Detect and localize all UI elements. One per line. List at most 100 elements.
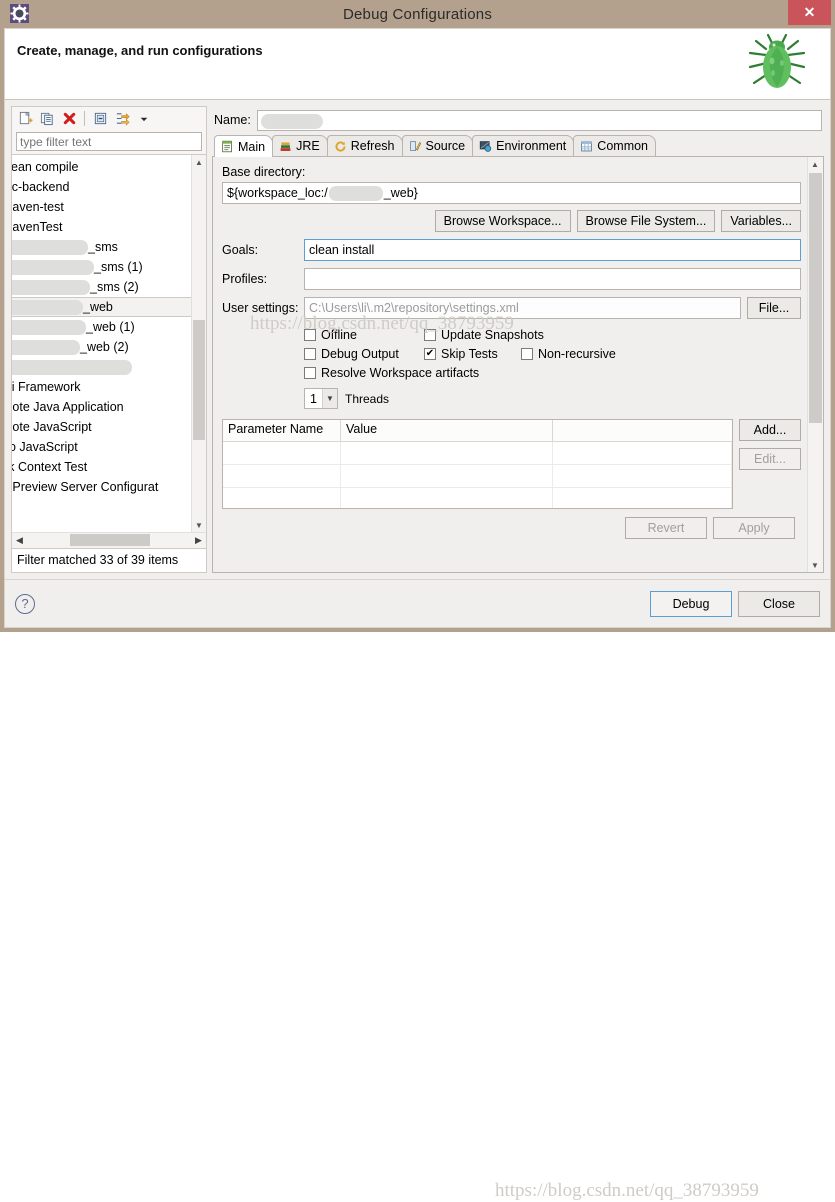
collapse-all-icon[interactable] [90,109,110,129]
checkbox-non-recursive-label: Non-recursive [538,347,616,361]
help-icon[interactable]: ? [15,593,35,614]
filter-input[interactable] [16,132,202,151]
checkbox-debug-output[interactable]: Debug Output [304,347,424,361]
goals-input[interactable]: clean install [304,239,801,261]
tree-item-label: _sms (1) [94,260,143,274]
redacted-label [12,300,83,316]
button-close[interactable]: Close [738,590,820,617]
main-panel-scroll-thumb[interactable] [809,173,822,423]
tree-horizontal-scrollbar[interactable]: ◀ ▶ [12,532,206,548]
checkbox-offline-box[interactable] [304,329,316,341]
checkbox-resolve-workspace-artifacts-box[interactable] [304,367,316,379]
checkbox-update-snapshots[interactable]: Update Snapshots [424,328,544,342]
delete-configuration-icon[interactable] [59,109,79,129]
tree-item[interactable]: mote Java Application [12,397,206,417]
checkbox-row-2: Debug Output ✔ Skip Tests Non-recursive [304,347,801,361]
user-settings-input[interactable]: C:\Users\li\.m2\repository\settings.xml [304,297,741,319]
name-input[interactable] [256,109,822,131]
base-directory-input[interactable]: ${workspace_loc:/ _web} [222,182,801,204]
base-directory-label: Base directory: [222,165,306,179]
configuration-tabs: Main JRE Refresh Source Environment Common [212,134,824,157]
tab-jre[interactable]: JRE [272,135,328,156]
chevron-down-icon[interactable]: ▼ [322,389,337,408]
threads-spinner[interactable]: 1 ▼ [304,388,338,409]
tree-item-label: _web (2) [80,340,129,354]
tree-item[interactable]: _web [12,297,206,317]
tree-item[interactable]: mote JavaScript [12,417,206,437]
tree-item[interactable]: _sms (1) [12,257,206,277]
scroll-up-icon[interactable]: ▲ [808,157,822,171]
tree-item[interactable]: _web (1) [12,317,206,337]
configurations-panel: clean compile ioc-backend maven-test mavenT… [11,106,207,573]
button-browse-file-system[interactable]: Browse File System... [576,210,716,232]
button-variables[interactable]: Variables... [721,210,801,232]
tree-item[interactable]: _web (2) [12,337,206,357]
button-add[interactable]: Add... [739,419,801,441]
checkbox-debug-output-box[interactable] [304,348,316,360]
button-debug[interactable]: Debug [650,590,732,617]
checkbox-resolve-workspace-artifacts[interactable]: Resolve Workspace artifacts [304,366,479,380]
new-configuration-icon[interactable] [15,109,35,129]
scroll-left-icon[interactable]: ◀ [12,533,27,547]
tree-item[interactable]: _sms [12,237,206,257]
tab-environment[interactable]: Environment [472,135,575,156]
checkbox-non-recursive[interactable]: Non-recursive [521,347,616,361]
tree-item[interactable]: ioc-backend [12,177,206,197]
goals-row: Goals: clean install [222,239,801,261]
scroll-down-icon[interactable]: ▼ [808,558,822,572]
checkbox-resolve-workspace-artifacts-label: Resolve Workspace artifacts [321,366,480,380]
tab-source[interactable]: Source [401,135,474,156]
tree-item[interactable]: clean compile [12,157,206,177]
tree-item[interactable] [12,357,206,377]
tree-item-list: clean compile ioc-backend maven-test mavenT… [12,155,206,517]
tree-horizontal-scroll-thumb[interactable] [70,534,150,546]
tree-item[interactable]: sk Context Test [12,457,206,477]
tree-item[interactable]: _sms (2) [12,277,206,297]
tree-item-label: sk Context Test [12,460,88,474]
tab-refresh[interactable]: Refresh [326,135,403,156]
tree-item-label: _web (1) [86,320,135,334]
table-row[interactable] [223,488,732,508]
parameters-table[interactable]: Parameter Name Value [222,419,733,509]
user-settings-file-button[interactable]: File... [747,297,801,319]
scroll-right-icon[interactable]: ▶ [191,533,206,547]
footer-buttons: Debug Close [650,590,820,617]
main-panel-vertical-scrollbar[interactable]: ▲ ▼ [807,157,823,572]
checkbox-offline[interactable]: Offline [304,328,424,342]
table-cell [553,465,732,487]
checkbox-update-snapshots-box[interactable] [424,329,436,341]
table-cell [341,465,553,487]
profiles-input[interactable] [304,268,801,290]
filter-configurations-icon[interactable] [112,109,132,129]
table-row[interactable] [223,442,732,465]
tree-item[interactable]: maven-test [12,197,206,217]
column-header-parameter-name[interactable]: Parameter Name [223,420,341,441]
column-header-value[interactable]: Value [341,420,553,441]
tree-vertical-scroll-thumb[interactable] [193,320,205,440]
checkbox-skip-tests[interactable]: ✔ Skip Tests [424,347,521,361]
chevron-down-icon[interactable] [134,109,154,129]
tree-item[interactable]: L [12,497,206,517]
column-header-extra[interactable] [553,420,732,441]
button-browse-workspace[interactable]: Browse Workspace... [434,210,571,232]
tree-item[interactable]: no JavaScript [12,437,206,457]
duplicate-configuration-icon[interactable] [37,109,57,129]
name-row: Name: [212,106,824,134]
tree-item[interactable]: Gi Framework [12,377,206,397]
table-row[interactable] [223,465,732,488]
tree-vertical-scrollbar[interactable]: ▲ ▼ [191,155,206,532]
parameters-table-header: Parameter Name Value [223,420,732,442]
tree-item-label: b Preview Server Configurat [12,480,159,494]
tab-common[interactable]: Common [573,135,657,156]
scroll-down-icon[interactable]: ▼ [192,518,206,532]
dialog-body: clean compile ioc-backend maven-test mavenT… [4,100,831,580]
checkbox-skip-tests-box[interactable]: ✔ [424,348,436,360]
tree-viewport: clean compile ioc-backend maven-test mavenT… [12,155,206,532]
checkbox-non-recursive-box[interactable] [521,348,533,360]
apply-revert-row: Revert Apply [222,509,801,545]
tree-item[interactable]: mavenTest [12,217,206,237]
scroll-up-icon[interactable]: ▲ [192,155,206,169]
tree-item[interactable]: b Preview Server Configurat [12,477,206,497]
close-window-button[interactable]: ✕ [788,0,831,25]
tab-main[interactable]: Main [214,135,274,157]
